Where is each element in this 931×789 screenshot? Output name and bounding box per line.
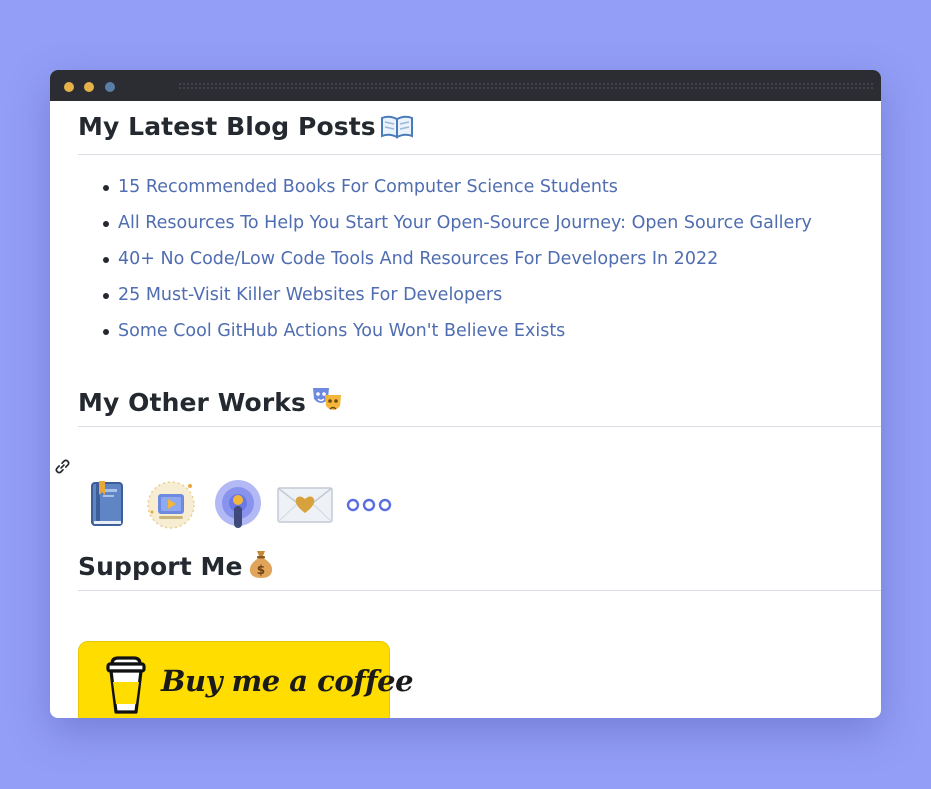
list-item: 15 Recommended Books For Computer Scienc… [103, 176, 812, 212]
support-heading-text: Support Me [78, 552, 243, 581]
blog-heading: My Latest Blog Posts [78, 112, 414, 145]
readme-content: My Latest Blog Posts 15 Recommended Book… [50, 101, 881, 718]
works-heading-text: My Other Works [78, 388, 306, 417]
blog-heading-divider [78, 154, 881, 155]
blog-post-link[interactable]: All Resources To Help You Start Your Ope… [118, 213, 812, 233]
maximize-window-button[interactable] [105, 82, 115, 92]
video-icon[interactable] [145, 479, 197, 535]
works-heading-divider [78, 426, 881, 427]
close-window-button[interactable] [64, 82, 74, 92]
works-heading: My Other Works [78, 385, 344, 421]
buy-me-a-coffee-label: Buy me a coffee [161, 664, 414, 698]
blog-post-link[interactable]: 40+ No Code/Low Code Tools And Resources… [118, 249, 718, 269]
blog-heading-text: My Latest Blog Posts [78, 112, 376, 141]
minimize-window-button[interactable] [84, 82, 94, 92]
list-item: 40+ No Code/Low Code Tools And Resources… [103, 248, 812, 284]
book-icon[interactable] [87, 479, 127, 533]
svg-text:$: $ [256, 563, 264, 577]
support-heading: Support Me $ [78, 549, 275, 585]
open-book-icon [380, 113, 414, 145]
link-anchor-icon[interactable] [53, 457, 72, 480]
heart-letter-icon[interactable] [275, 479, 335, 533]
blog-post-link[interactable]: 15 Recommended Books For Computer Scienc… [118, 177, 618, 197]
title-bar-texture [178, 82, 875, 90]
coffee-cup-icon [105, 656, 147, 718]
list-item: All Resources To Help You Start Your Ope… [103, 212, 812, 248]
blog-post-link[interactable]: Some Cool GitHub Actions You Won't Belie… [118, 321, 565, 341]
performing-arts-icon [310, 385, 344, 421]
blog-post-link[interactable]: 25 Must-Visit Killer Websites For Develo… [118, 285, 502, 305]
support-heading-divider [78, 590, 881, 591]
more-icon[interactable] [345, 496, 393, 518]
buy-me-a-coffee-button[interactable]: Buy me a coffee [78, 641, 414, 718]
list-item: Some Cool GitHub Actions You Won't Belie… [103, 320, 812, 356]
podcast-icon[interactable] [213, 479, 263, 537]
list-item: 25 Must-Visit Killer Websites For Develo… [103, 284, 812, 320]
browser-window: My Latest Blog Posts 15 Recommended Book… [50, 70, 881, 718]
blog-post-list: 15 Recommended Books For Computer Scienc… [103, 176, 812, 356]
money-bag-icon: $ [247, 549, 275, 585]
title-bar [50, 70, 881, 101]
